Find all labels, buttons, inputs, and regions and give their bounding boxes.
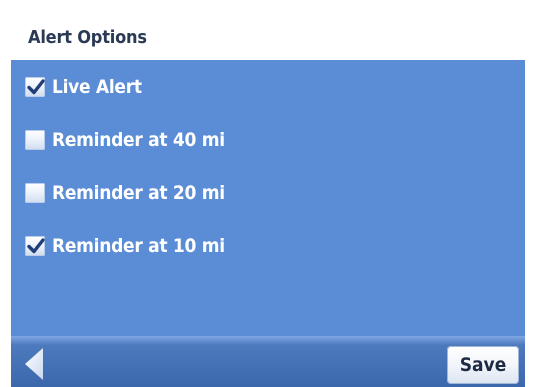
save-button[interactable]: Save bbox=[447, 346, 519, 384]
option-reminder-40[interactable]: Reminder at 40 mi bbox=[11, 122, 525, 162]
live-alert-checkbox[interactable] bbox=[25, 77, 45, 97]
option-label: Reminder at 10 mi bbox=[52, 235, 225, 257]
reminder-40-checkbox[interactable] bbox=[25, 130, 45, 150]
options-list: Live Alert Reminder at 40 mi Reminder at… bbox=[11, 60, 525, 336]
back-arrow-icon bbox=[25, 348, 43, 380]
option-label: Reminder at 40 mi bbox=[52, 129, 225, 151]
alert-options-screen: Alert Options Live Alert Reminder at 40 … bbox=[0, 0, 536, 387]
bottom-toolbar: Save bbox=[11, 336, 525, 387]
back-button[interactable] bbox=[11, 336, 71, 387]
checkmark-icon bbox=[27, 238, 45, 254]
checkmark-icon bbox=[27, 79, 45, 95]
option-label: Live Alert bbox=[52, 76, 142, 98]
page-title: Alert Options bbox=[28, 27, 147, 48]
reminder-20-checkbox[interactable] bbox=[25, 183, 45, 203]
option-reminder-10[interactable]: Reminder at 10 mi bbox=[11, 228, 525, 268]
header: Alert Options bbox=[11, 0, 525, 60]
reminder-10-checkbox[interactable] bbox=[25, 236, 45, 256]
option-reminder-20[interactable]: Reminder at 20 mi bbox=[11, 175, 525, 215]
option-label: Reminder at 20 mi bbox=[52, 182, 225, 204]
option-live-alert[interactable]: Live Alert bbox=[11, 69, 525, 109]
